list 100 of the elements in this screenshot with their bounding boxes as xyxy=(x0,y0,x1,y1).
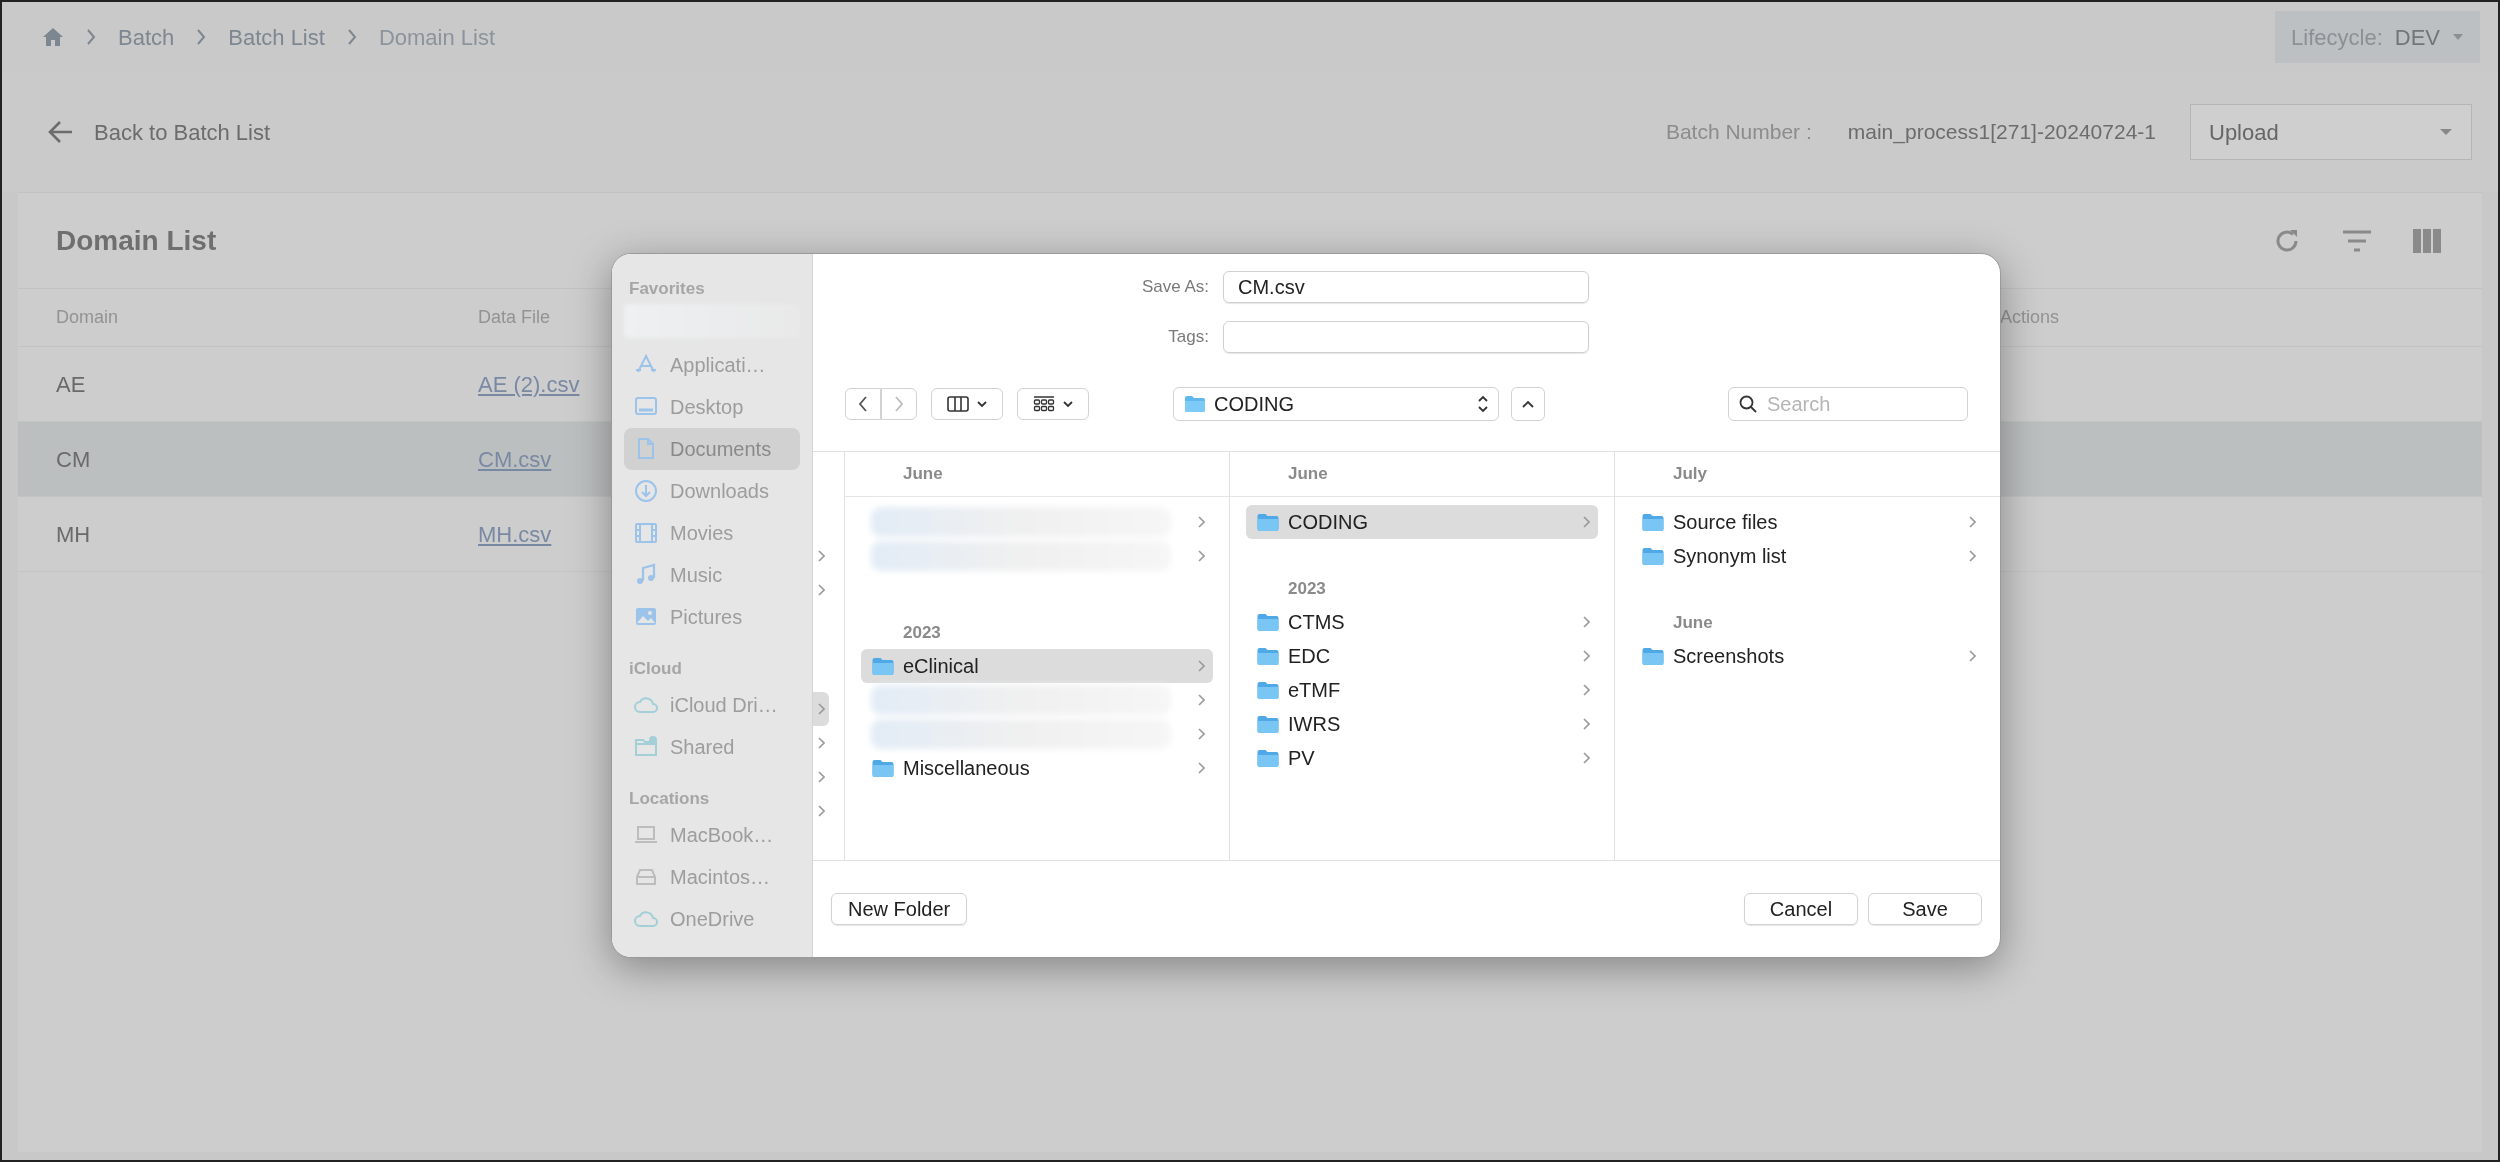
folder-icon xyxy=(1256,646,1280,666)
columns-icon[interactable] xyxy=(2412,227,2442,254)
sidebar-item[interactable]: Shared xyxy=(624,726,800,768)
folder-row[interactable]: Synonym list xyxy=(1631,539,1984,573)
chevron-right-icon xyxy=(86,29,96,45)
chevron-down-icon xyxy=(977,400,987,408)
sidebar-heading: Favorites xyxy=(628,278,706,300)
chevron-right-icon xyxy=(817,737,825,749)
sidebar-item[interactable]: Applicati… xyxy=(624,344,800,386)
folder-row[interactable]: Source files xyxy=(1631,505,1984,539)
column-heading: June xyxy=(903,463,943,486)
section-heading: 2023 xyxy=(903,621,941,644)
table-cell-text: AE xyxy=(56,370,86,399)
chevron-right-icon xyxy=(1197,728,1205,740)
column-header: Data File xyxy=(478,306,551,329)
chevron-right-icon xyxy=(817,703,825,715)
file-link[interactable]: AE (2).csv xyxy=(478,367,580,401)
chevron-right-icon xyxy=(346,29,357,45)
chevron-right-icon xyxy=(817,584,825,596)
breadcrumb-link[interactable]: Batch List xyxy=(228,20,325,54)
sidebar-item[interactable]: iCloud Dri… xyxy=(624,684,800,726)
folder-icon xyxy=(1641,546,1665,566)
cancel-button[interactable]: Cancel xyxy=(1744,893,1858,925)
new-folder-button[interactable]: New Folder xyxy=(831,893,968,925)
chevron-right-icon xyxy=(817,771,825,783)
panel-title: Domain List xyxy=(56,223,217,258)
search-field[interactable]: Search xyxy=(1728,387,1968,421)
column-header: Actions xyxy=(2000,306,2060,329)
up-button[interactable] xyxy=(1511,387,1545,421)
chevron-right-icon xyxy=(1582,752,1590,764)
sidebar-item[interactable]: OneDrive xyxy=(624,898,800,940)
section-heading: June xyxy=(1673,611,1713,634)
folder-row[interactable]: eTMF xyxy=(1246,673,1598,707)
save-as-label: Save As: xyxy=(1140,276,1209,299)
breadcrumb-current: Domain List xyxy=(378,23,496,52)
group-view-button[interactable] xyxy=(1017,388,1089,420)
folder-row[interactable]: Screenshots xyxy=(1631,639,1984,673)
folder-icon xyxy=(1641,646,1665,666)
sidebar-item[interactable]: Documents xyxy=(624,428,800,470)
chevron-right-icon xyxy=(1968,650,1976,662)
column-heading: June xyxy=(1288,463,1328,486)
save-button[interactable]: Save xyxy=(1868,893,1982,925)
back-button[interactable] xyxy=(845,388,881,420)
folder-row[interactable]: EDC xyxy=(1246,639,1598,673)
tags-field[interactable] xyxy=(1223,321,1589,353)
tags-label: Tags: xyxy=(1167,326,1209,349)
folder-icon xyxy=(1256,714,1280,734)
folder-row[interactable] xyxy=(813,692,829,726)
folder-row[interactable]: IWRS xyxy=(1246,707,1598,741)
shared-folder-icon xyxy=(634,735,658,759)
sidebar-item[interactable]: Downloads xyxy=(624,470,800,512)
file-link[interactable]: CM.csv xyxy=(478,442,552,476)
folder-row[interactable]: CTMS xyxy=(1246,605,1598,639)
folder-row[interactable]: CODING xyxy=(1246,505,1598,539)
chevron-up-icon xyxy=(1522,400,1534,408)
sidebar-item[interactable]: MacBook… xyxy=(624,814,800,856)
chevron-right-icon xyxy=(1968,550,1976,562)
folder-icon xyxy=(1256,512,1280,532)
chevron-right-icon xyxy=(1582,718,1590,730)
folder-icon xyxy=(1184,395,1206,413)
chevron-right-icon xyxy=(894,396,904,412)
sidebar-item[interactable]: Movies xyxy=(624,512,800,554)
folder-row[interactable]: PV xyxy=(1246,741,1598,775)
chevron-right-icon xyxy=(1582,684,1590,696)
location-popup[interactable]: CODING xyxy=(1173,387,1499,421)
save-as-field[interactable]: CM.csv xyxy=(1223,271,1589,303)
action-select[interactable]: Upload xyxy=(2190,104,2472,160)
section-heading: 2023 xyxy=(1288,577,1326,600)
back-link[interactable]: Back to Batch List xyxy=(48,115,271,149)
chevron-right-icon xyxy=(817,550,825,562)
breadcrumb-link[interactable]: Batch xyxy=(118,20,175,54)
chevron-right-icon xyxy=(1197,694,1205,706)
folder-icon xyxy=(871,758,895,778)
folder-row[interactable]: eClinical xyxy=(861,649,1213,683)
table-cell-text: CM xyxy=(56,445,91,474)
sidebar-heading: Locations xyxy=(628,788,711,810)
download-icon xyxy=(634,479,658,503)
folder-row[interactable]: Miscellaneous xyxy=(861,751,1213,785)
column-view-button[interactable] xyxy=(931,388,1003,420)
up-down-icon xyxy=(1478,395,1488,413)
sidebar-heading: iCloud xyxy=(628,658,683,680)
chevron-right-icon xyxy=(1197,550,1205,562)
music-note-icon xyxy=(634,563,658,587)
chevron-right-icon xyxy=(1582,516,1590,528)
search-icon xyxy=(1739,395,1757,413)
folder-icon xyxy=(1256,612,1280,632)
sidebar-item[interactable]: Pictures xyxy=(624,596,800,638)
home-icon xyxy=(42,27,64,47)
chevron-right-icon xyxy=(1197,660,1205,672)
filter-icon[interactable] xyxy=(2342,229,2372,252)
caret-icon xyxy=(2452,33,2464,41)
sidebar-item[interactable]: Macintos… xyxy=(624,856,800,898)
sidebar-item[interactable]: Music xyxy=(624,554,800,596)
folder-icon xyxy=(1641,512,1665,532)
film-icon xyxy=(634,521,658,545)
file-link[interactable]: MH.csv xyxy=(478,517,552,551)
table-cell-text: MH xyxy=(56,520,91,549)
folder-icon xyxy=(1256,748,1280,768)
column-heading: July xyxy=(1673,463,1708,486)
sidebar-item[interactable]: Desktop xyxy=(624,386,800,428)
